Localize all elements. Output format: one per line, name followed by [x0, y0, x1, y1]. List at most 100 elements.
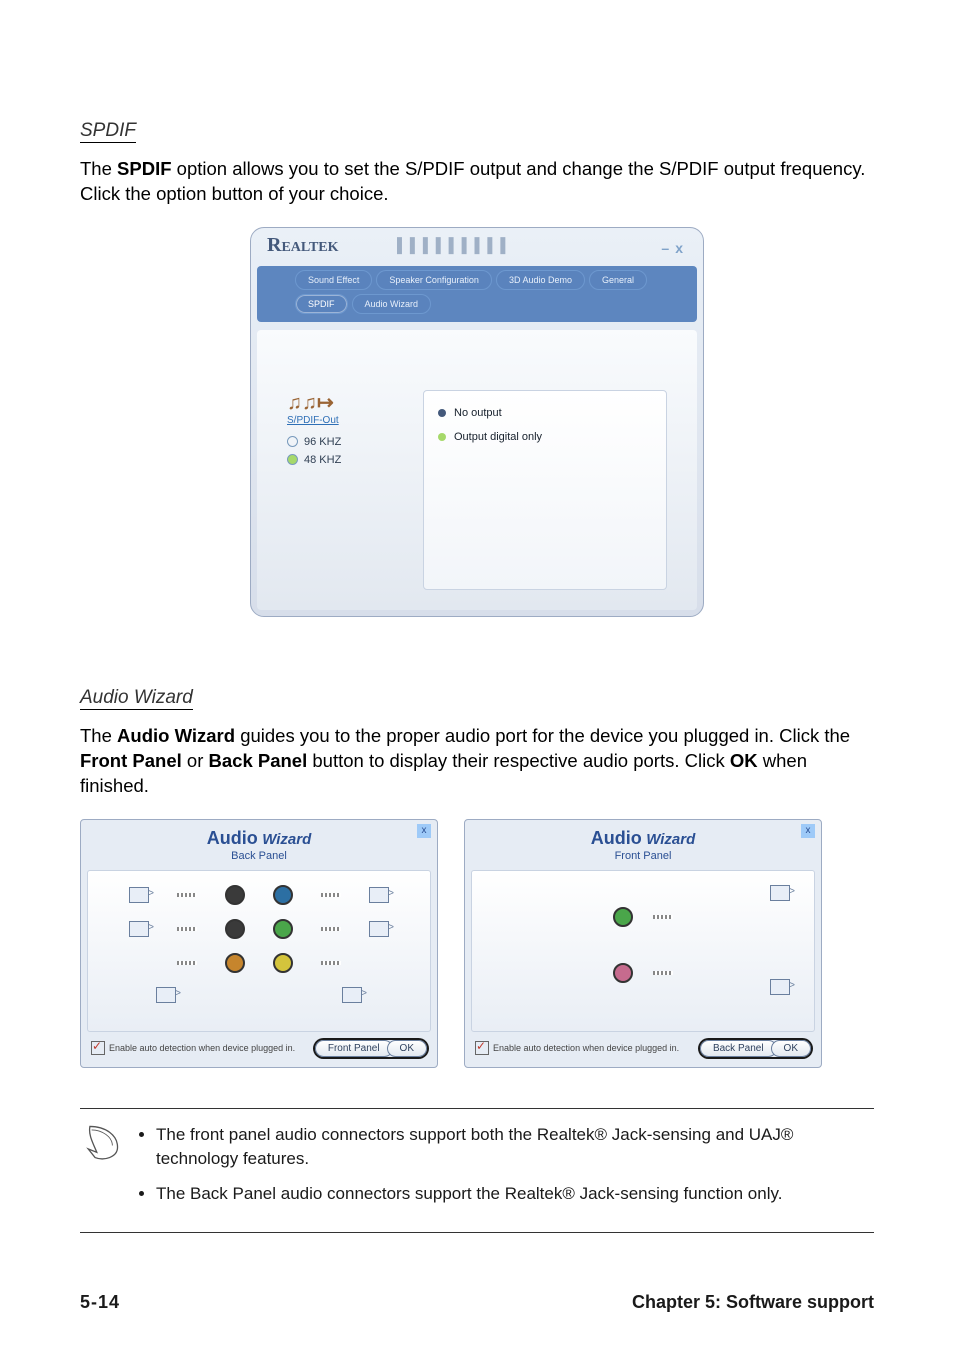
cable-icon: [321, 893, 341, 897]
jack-green[interactable]: [273, 919, 293, 939]
title-big: Audio: [207, 828, 258, 848]
title-small: Wizard: [262, 831, 311, 848]
section-title-audio-wizard: Audio Wizard: [80, 687, 193, 710]
auto-detect-check[interactable]: Enable auto detection when device plugge…: [475, 1041, 679, 1055]
text: The: [80, 725, 117, 746]
wizard-body: [471, 870, 815, 1032]
wizard-header: Audio Wizard Front Panel x: [465, 820, 821, 864]
tab-3d-audio-demo[interactable]: 3D Audio Demo: [496, 270, 585, 290]
spdif-out-group: ♫♫↦ S/PDIF-Out 96 KHZ 48 KHZ: [287, 390, 407, 590]
front-panel-button[interactable]: Front Panel: [315, 1040, 393, 1057]
text: The: [80, 158, 117, 179]
device-icon: [156, 987, 176, 1003]
tab-bar: Sound Effect Speaker Configuration 3D Au…: [257, 266, 697, 322]
device-icon: [369, 887, 389, 903]
section-title-spdif: SPDIF: [80, 120, 136, 143]
wizard-back-panel: Audio Wizard Back Panel x: [80, 819, 438, 1068]
cable-icon: [177, 927, 197, 931]
tab-audio-wizard[interactable]: Audio Wizard: [352, 294, 432, 314]
radio-icon: [438, 409, 446, 417]
note-item: The Back Panel audio connectors support …: [156, 1182, 870, 1206]
radio-icon: [287, 436, 298, 447]
wizard-subtitle: Back Panel: [81, 850, 437, 862]
window-controls: – x: [661, 240, 683, 256]
wizard-subtitle: Front Panel: [465, 850, 821, 862]
cable-icon: [321, 961, 341, 965]
footer-buttons: Front Panel OK: [315, 1040, 427, 1057]
wizard-body: [87, 870, 431, 1032]
cable-icon: [653, 971, 673, 975]
device-icon: [770, 979, 790, 995]
device-icon: [129, 921, 149, 937]
tab-sound-effect[interactable]: Sound Effect: [295, 270, 372, 290]
page-number: 5-14: [80, 1292, 120, 1313]
device-icon: [342, 987, 362, 1003]
cable-icon: [177, 893, 197, 897]
spdif-icon: ♫♫↦: [287, 390, 407, 415]
radio-icon: [438, 433, 446, 441]
back-panel-button[interactable]: Back Panel: [700, 1040, 777, 1057]
jack-yellow[interactable]: [273, 953, 293, 973]
note-item: The front panel audio connectors support…: [156, 1123, 870, 1171]
ok-button[interactable]: OK: [771, 1040, 811, 1057]
text-bold: Audio Wizard: [117, 725, 235, 746]
text-bold: OK: [730, 750, 758, 771]
freq-label: 96 KHZ: [304, 436, 341, 448]
tab-speaker-config[interactable]: Speaker Configuration: [376, 270, 492, 290]
opt-no-output[interactable]: No output: [438, 401, 652, 425]
panel-top-bar: Realtek ▌▌▌▌▌▌▌▌▌ – x: [257, 234, 697, 266]
cable-icon: [321, 927, 341, 931]
output-options: No output Output digital only: [423, 390, 667, 590]
wizard-title: Audio Wizard: [465, 828, 821, 849]
jack-orange[interactable]: [225, 953, 245, 973]
text: button to display their respective audio…: [307, 750, 730, 771]
jack-black[interactable]: [225, 919, 245, 939]
cable-icon: [177, 961, 197, 965]
wizard-title: Audio Wizard: [81, 828, 437, 849]
note-list: The front panel audio connectors support…: [138, 1123, 870, 1218]
note-box: The front panel audio connectors support…: [80, 1108, 874, 1233]
tab-general[interactable]: General: [589, 270, 647, 290]
page-footer: 5-14 Chapter 5: Software support: [80, 1292, 874, 1313]
device-icon: [129, 887, 149, 903]
panel-body: ♫♫↦ S/PDIF-Out 96 KHZ 48 KHZ No output O…: [257, 330, 697, 610]
wizard-row: Audio Wizard Back Panel x: [80, 819, 874, 1068]
wizard-header: Audio Wizard Back Panel x: [81, 820, 437, 864]
freq-48[interactable]: 48 KHZ: [287, 454, 407, 466]
jack-black[interactable]: [225, 885, 245, 905]
tab-spdif[interactable]: SPDIF: [295, 294, 348, 314]
jack-blue[interactable]: [273, 885, 293, 905]
text: guides you to the proper audio port for …: [235, 725, 850, 746]
volume-ticks: ▌▌▌▌▌▌▌▌▌: [397, 237, 513, 253]
device-icon: [369, 921, 389, 937]
ok-button[interactable]: OK: [387, 1040, 427, 1057]
close-button[interactable]: x: [675, 240, 683, 256]
audio-wizard-paragraph: The Audio Wizard guides you to the prope…: [80, 724, 874, 799]
text-bold: Back Panel: [209, 750, 308, 771]
text-bold: Front Panel: [80, 750, 182, 771]
spdif-out-label[interactable]: S/PDIF-Out: [287, 415, 407, 426]
minimize-button[interactable]: –: [661, 240, 669, 256]
realtek-logo: Realtek: [267, 234, 339, 257]
checkbox-icon: [475, 1041, 489, 1055]
close-button[interactable]: x: [801, 824, 815, 838]
text: or: [182, 750, 209, 771]
wizard-footer: Enable auto detection when device plugge…: [81, 1032, 437, 1057]
title-small: Wizard: [646, 831, 695, 848]
close-button[interactable]: x: [417, 824, 431, 838]
chapter-label: Chapter 5: Software support: [632, 1292, 874, 1313]
cable-icon: [653, 915, 673, 919]
auto-detect-label: Enable auto detection when device plugge…: [109, 1043, 295, 1053]
opt-label: Output digital only: [454, 431, 542, 443]
freq-label: 48 KHZ: [304, 454, 341, 466]
jack-green[interactable]: [613, 907, 633, 927]
opt-output-digital-only[interactable]: Output digital only: [438, 425, 652, 449]
opt-label: No output: [454, 407, 502, 419]
wizard-front-panel: Audio Wizard Front Panel x: [464, 819, 822, 1068]
auto-detect-check[interactable]: Enable auto detection when device plugge…: [91, 1041, 295, 1055]
freq-96[interactable]: 96 KHZ: [287, 436, 407, 448]
auto-detect-label: Enable auto detection when device plugge…: [493, 1043, 679, 1053]
text: option allows you to set the S/PDIF outp…: [80, 158, 865, 204]
jack-pink[interactable]: [613, 963, 633, 983]
radio-icon: [287, 454, 298, 465]
